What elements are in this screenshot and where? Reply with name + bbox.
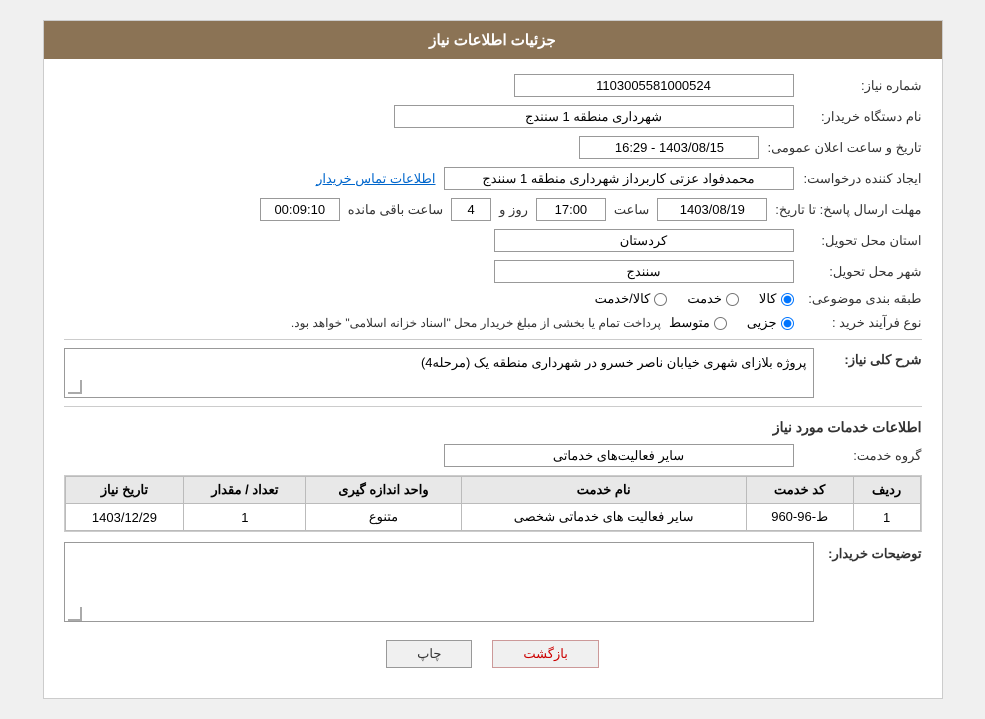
- cell-date-0: 1403/12/29: [65, 504, 184, 531]
- deadline-remaining-label: ساعت باقی مانده: [348, 202, 443, 218]
- deadline-remaining-input[interactable]: [260, 198, 340, 221]
- purchase-type-label: نوع فرآیند خرید :: [802, 315, 922, 331]
- deadline-row: مهلت ارسال پاسخ: تا تاریخ: ساعت روز و سا…: [64, 198, 922, 221]
- services-table: ردیف کد خدمت نام خدمت واحد اندازه گیری ت…: [65, 476, 921, 531]
- content: شماره نیاز: نام دستگاه خریدار: تاریخ و س…: [44, 59, 942, 698]
- purchase-type-note: پرداخت تمام یا بخشی از مبلغ خریدار محل "…: [291, 316, 661, 330]
- services-table-container: ردیف کد خدمت نام خدمت واحد اندازه گیری ت…: [64, 475, 922, 532]
- col-header-code: کد خدمت: [746, 477, 853, 504]
- page-wrapper: جزئیات اطلاعات نیاز شماره نیاز: نام دستگ…: [43, 20, 943, 699]
- divider-2: [64, 406, 922, 407]
- print-button[interactable]: چاپ: [386, 640, 472, 668]
- category-kala[interactable]: کالا: [759, 291, 794, 307]
- button-row: بازگشت چاپ: [64, 640, 922, 683]
- need-number-input[interactable]: [514, 74, 794, 97]
- creator-label: ایجاد کننده درخواست:: [802, 171, 922, 187]
- cell-name-0: سایر فعالیت های خدماتی شخصی: [461, 504, 746, 531]
- purchase-jozi[interactable]: جزیی: [747, 315, 794, 331]
- page-header: جزئیات اطلاعات نیاز: [44, 21, 942, 59]
- province-label: استان محل تحویل:: [802, 233, 922, 249]
- announce-input[interactable]: [579, 136, 759, 159]
- category-kala-khedmat-radio[interactable]: [654, 293, 667, 306]
- back-button[interactable]: بازگشت: [492, 640, 598, 668]
- service-group-label: گروه خدمت:: [802, 448, 922, 464]
- buyer-notes-row: توضیحات خریدار:: [64, 542, 922, 625]
- category-khedmat-label: خدمت: [687, 291, 722, 307]
- category-kala-label: کالا: [759, 291, 777, 307]
- creator-row: ایجاد کننده درخواست: اطلاعات تماس خریدار: [64, 167, 922, 190]
- deadline-time-input[interactable]: [536, 198, 606, 221]
- deadline-days-label: روز و: [499, 202, 528, 218]
- need-number-label: شماره نیاز:: [802, 78, 922, 94]
- city-row: شهر محل تحویل:: [64, 260, 922, 283]
- category-khedmat-radio[interactable]: [726, 293, 739, 306]
- deadline-date-input[interactable]: [657, 198, 767, 221]
- deadline-time-label: ساعت: [614, 202, 649, 218]
- creator-input[interactable]: [444, 167, 794, 190]
- buyer-notes-wrapper: [64, 542, 814, 625]
- category-khedmat[interactable]: خدمت: [687, 291, 739, 307]
- deadline-days-input[interactable]: [451, 198, 491, 221]
- announce-label: تاریخ و ساعت اعلان عمومی:: [767, 140, 921, 156]
- province-row: استان محل تحویل:: [64, 229, 922, 252]
- description-value: پروژه بلازای شهری خیابان ناصر خسرو در شه…: [64, 348, 814, 398]
- table-header-row: ردیف کد خدمت نام خدمت واحد اندازه گیری ت…: [65, 477, 920, 504]
- cell-row-0: 1: [853, 504, 920, 531]
- purchase-motavasset-label: متوسط: [669, 315, 710, 331]
- col-header-unit: واحد اندازه گیری: [306, 477, 461, 504]
- purchase-jozi-radio[interactable]: [781, 317, 794, 330]
- purchase-type-radio-group: جزیی متوسط: [669, 315, 794, 331]
- purchase-jozi-label: جزیی: [747, 315, 777, 331]
- col-header-qty: تعداد / مقدار: [184, 477, 306, 504]
- service-group-row: گروه خدمت:: [64, 444, 922, 467]
- purchase-motavasset-radio[interactable]: [714, 317, 727, 330]
- category-kala-radio[interactable]: [781, 293, 794, 306]
- province-input[interactable]: [494, 229, 794, 252]
- deadline-label: مهلت ارسال پاسخ: تا تاریخ:: [775, 202, 921, 218]
- col-header-row: ردیف: [853, 477, 920, 504]
- description-label: شرح کلی نیاز:: [822, 348, 922, 368]
- category-label: طبقه بندی موضوعی:: [802, 291, 922, 307]
- category-row: طبقه بندی موضوعی: کالا خدمت کالا/خدمت: [64, 291, 922, 307]
- cell-qty-0: 1: [184, 504, 306, 531]
- org-name-row: نام دستگاه خریدار:: [64, 105, 922, 128]
- announce-section: تاریخ و ساعت اعلان عمومی:: [579, 136, 921, 159]
- col-header-date: تاریخ نیاز: [65, 477, 184, 504]
- city-label: شهر محل تحویل:: [802, 264, 922, 280]
- purchase-type-row: نوع فرآیند خرید : جزیی متوسط پرداخت تمام…: [64, 315, 922, 331]
- description-wrapper: پروژه بلازای شهری خیابان ناصر خسرو در شه…: [64, 348, 814, 398]
- purchase-motavasset[interactable]: متوسط: [669, 315, 727, 331]
- page-title: جزئیات اطلاعات نیاز: [429, 32, 556, 49]
- category-kala-khedmat-label: کالا/خدمت: [595, 291, 651, 307]
- category-kala-khedmat[interactable]: کالا/خدمت: [595, 291, 668, 307]
- buyer-notes-textarea[interactable]: [64, 542, 814, 622]
- col-header-name: نام خدمت: [461, 477, 746, 504]
- cell-unit-0: متنوع: [306, 504, 461, 531]
- services-section-title: اطلاعات خدمات مورد نیاز: [64, 419, 922, 436]
- description-row: شرح کلی نیاز: پروژه بلازای شهری خیابان ن…: [64, 348, 922, 398]
- table-row: 1 ط-96-960 سایر فعالیت های خدماتی شخصی م…: [65, 504, 920, 531]
- contact-link[interactable]: اطلاعات تماس خریدار: [316, 171, 435, 187]
- city-input[interactable]: [494, 260, 794, 283]
- buyer-notes-label: توضیحات خریدار:: [822, 542, 922, 562]
- announce-creator-row: تاریخ و ساعت اعلان عمومی:: [64, 136, 922, 159]
- need-number-row: شماره نیاز:: [64, 74, 922, 97]
- category-radio-group: کالا خدمت کالا/خدمت: [595, 291, 794, 307]
- service-group-input[interactable]: [444, 444, 794, 467]
- org-name-label: نام دستگاه خریدار:: [802, 109, 922, 125]
- divider-1: [64, 339, 922, 340]
- org-name-input[interactable]: [394, 105, 794, 128]
- cell-code-0: ط-96-960: [746, 504, 853, 531]
